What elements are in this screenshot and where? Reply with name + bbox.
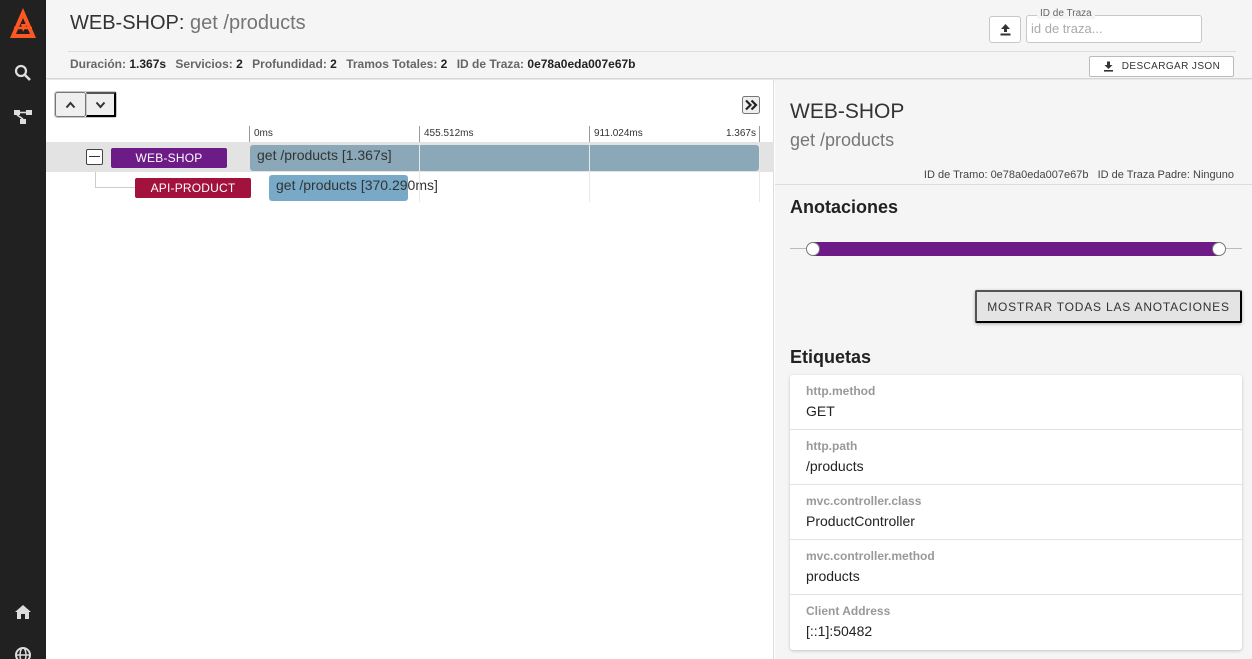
detail-operation-name: get /products	[790, 130, 895, 150]
depth-key: Profundidad:	[252, 57, 327, 71]
trace-id-label: ID de Traza	[1037, 8, 1095, 19]
tags-list: http.method GET http.path /products mvc.…	[790, 375, 1242, 650]
tick-label: 1.367s	[709, 126, 760, 142]
tag-item: http.path /products	[790, 430, 1242, 485]
tag-item: mvc.controller.class ProductController	[790, 485, 1242, 540]
trace-id-input[interactable]	[1031, 21, 1191, 36]
tick-label: 455.512ms	[419, 126, 589, 142]
tag-item: mvc.controller.method products	[790, 540, 1242, 595]
chevron-down-icon	[95, 101, 105, 109]
tick-label: 0ms	[249, 126, 419, 142]
tag-value: GET	[806, 403, 835, 419]
timeline-pane: 0ms 455.512ms 911.024ms 1.367s WEB-SHOP …	[46, 80, 774, 659]
tag-value: ProductController	[806, 513, 915, 529]
span-bar-web-shop[interactable]: get /products [1.367s]	[250, 145, 759, 171]
services-key: Servicios:	[175, 57, 233, 71]
span-nav-group	[54, 91, 117, 118]
dependencies-icon[interactable]	[0, 94, 46, 140]
tag-key: http.method	[806, 384, 876, 398]
annotations-title: Anotaciones	[790, 197, 899, 217]
tag-key: mvc.controller.method	[806, 549, 935, 563]
title-service: WEB-SHOP	[70, 12, 179, 34]
span-row-api-product[interactable]: API-PRODUCT get /products [370.290ms]	[46, 172, 774, 202]
span-row-web-shop[interactable]: WEB-SHOP get /products [1.367s]	[46, 142, 774, 172]
double-chevron-right-icon	[745, 99, 758, 111]
annotation-slider-range[interactable]	[813, 242, 1219, 256]
app-root: WEB-SHOP: get /products ID de Traza Dura…	[0, 0, 1252, 659]
download-json-button[interactable]: DESCARGAR JSON	[1089, 56, 1234, 77]
tag-value: products	[806, 568, 860, 584]
span-bar-api-product[interactable]: get /products [370.290ms]	[269, 175, 438, 201]
globe-icon[interactable]	[0, 632, 46, 659]
grid-line	[759, 142, 760, 202]
chevron-up-icon	[65, 100, 75, 108]
spans-value: 2	[440, 57, 448, 71]
duration-value: 1.367s	[129, 57, 167, 71]
trace-id-key: ID de Traza:	[456, 57, 525, 71]
upload-button[interactable]	[989, 16, 1021, 43]
tag-key: http.path	[806, 439, 858, 453]
title-operation: get /products	[190, 12, 306, 34]
tag-key: Client Address	[806, 604, 891, 618]
detail-service-name: WEB-SHOP	[790, 100, 905, 123]
services-value: 2	[236, 57, 243, 71]
grid-line	[589, 142, 590, 202]
trace-id-value: 0e78a0eda007e67b	[527, 57, 636, 71]
span-detail-pane: WEB-SHOP get /products ID de Tramo: 0e78…	[775, 80, 1252, 659]
tag-value: /products	[806, 458, 864, 474]
side-rail	[0, 0, 46, 659]
collapse-detail-button[interactable]	[742, 96, 760, 114]
title-separator: :	[178, 12, 191, 34]
page-title: WEB-SHOP: get /products	[70, 12, 306, 35]
parent-id-value: Ninguno	[1193, 169, 1234, 181]
parent-id-key: ID de Traza Padre:	[1097, 169, 1190, 181]
depth-value: 2	[330, 57, 337, 71]
header-divider	[68, 51, 1236, 52]
service-chip-web-shop: WEB-SHOP	[111, 148, 227, 168]
logo-icon[interactable]	[0, 0, 46, 46]
time-axis: 0ms 455.512ms 911.024ms 1.367s	[46, 126, 774, 142]
annotation-slider-end-handle[interactable]	[1212, 242, 1226, 256]
upload-icon	[1000, 24, 1010, 36]
span-id-value: 0e78a0eda007e67b	[990, 169, 1089, 181]
trace-id-field[interactable]: ID de Traza	[1026, 8, 1202, 43]
detail-divider	[775, 184, 1252, 185]
duration-key: Duración:	[70, 57, 127, 71]
tick-label: 911.024ms	[589, 126, 709, 142]
tags-title: Etiquetas	[790, 347, 872, 367]
tag-item: Client Address [::1]:50482	[790, 595, 1242, 650]
home-icon[interactable]	[0, 589, 46, 635]
grid-line	[419, 142, 420, 202]
collapse-toggle[interactable]	[86, 149, 103, 165]
tag-value: [::1]:50482	[806, 623, 873, 639]
trace-summary: Duración: 1.367s Servicios: 2 Profundida…	[70, 57, 642, 71]
detail-span-ids: ID de Tramo: 0e78a0eda007e67b ID de Traz…	[924, 169, 1234, 181]
next-span-button[interactable]	[85, 92, 116, 117]
download-json-label: DESCARGAR JSON	[1121, 61, 1221, 72]
tag-item: http.method GET	[790, 375, 1242, 430]
tag-key: mvc.controller.class	[806, 494, 922, 508]
previous-span-button[interactable]	[55, 92, 86, 117]
download-icon	[1103, 61, 1113, 72]
span-id-key: ID de Tramo:	[923, 169, 988, 181]
show-all-annotations-button[interactable]: MOSTRAR TODAS LAS ANOTACIONES	[975, 290, 1242, 323]
trace-header: WEB-SHOP: get /products ID de Traza Dura…	[46, 0, 1252, 79]
annotation-slider-start-handle[interactable]	[806, 242, 820, 256]
spans-key: Tramos Totales:	[346, 57, 438, 71]
search-icon[interactable]	[0, 50, 46, 96]
service-chip-api-product: API-PRODUCT	[135, 178, 251, 198]
